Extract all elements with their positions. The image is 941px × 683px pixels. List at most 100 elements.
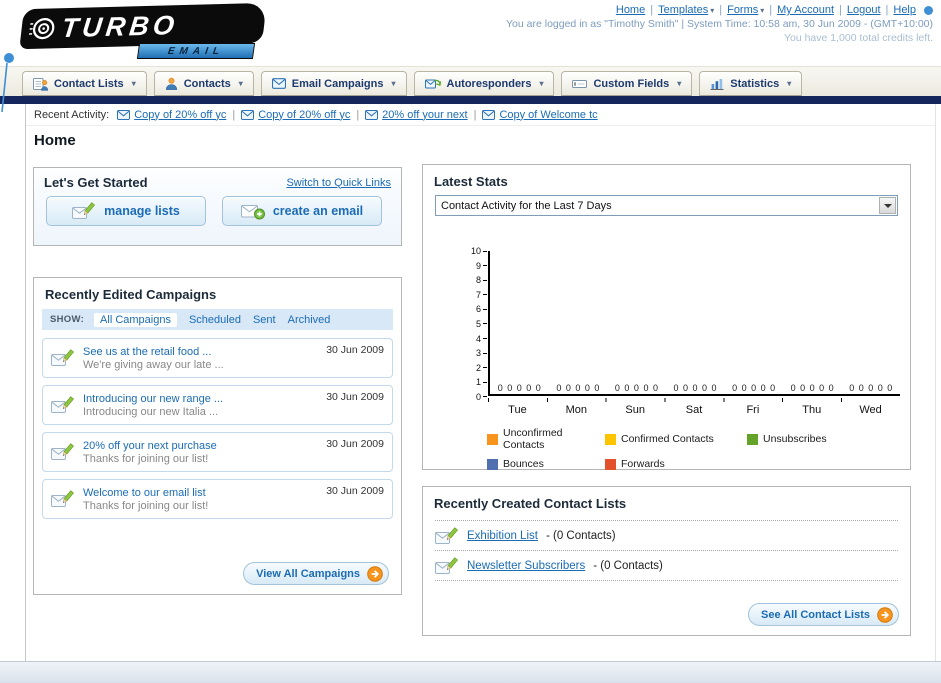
filter-all-campaigns[interactable]: All Campaigns bbox=[94, 312, 177, 327]
top-link-templates[interactable]: Templates ▾ bbox=[658, 4, 714, 16]
recent-activity-link[interactable]: Copy of Welcome tc bbox=[499, 109, 597, 121]
campaign-text: See us at the retail food ... We're givin… bbox=[83, 346, 318, 371]
y-axis-label: 4 bbox=[447, 334, 487, 344]
legend-swatch bbox=[747, 433, 758, 445]
chevron-down-icon: ▾ bbox=[787, 79, 792, 88]
y-axis-value: 1 bbox=[475, 377, 481, 388]
top-link-home[interactable]: Home bbox=[616, 4, 645, 16]
envelope-pencil-icon bbox=[435, 556, 459, 576]
nav-tab-statistics[interactable]: Statistics ▾ bbox=[699, 71, 803, 96]
separator: | bbox=[356, 108, 360, 121]
campaign-title-link[interactable]: Welcome to our email list bbox=[83, 487, 318, 499]
recent-activity-bar: Recent Activity: Copy of 20% off yc | Copy… bbox=[26, 104, 935, 126]
nav-tab-label: Contact Lists bbox=[54, 77, 124, 90]
y-axis-tick bbox=[483, 323, 487, 325]
chevron-down-icon: ▾ bbox=[238, 79, 243, 88]
nav-tab-autoresponders[interactable]: Autoresponders ▾ bbox=[413, 71, 555, 96]
filter-sent[interactable]: Sent bbox=[253, 314, 276, 326]
get-started-title: Let's Get Started bbox=[44, 175, 148, 190]
y-axis-label: 6 bbox=[447, 304, 487, 314]
arrow-right-circle-icon bbox=[367, 565, 383, 582]
filter-archived[interactable]: Archived bbox=[288, 314, 331, 326]
contact-list-link[interactable]: Exhibition List bbox=[467, 530, 538, 542]
nav-tab-email-campaigns[interactable]: Email Campaigns ▾ bbox=[260, 71, 407, 96]
top-link-my-account[interactable]: My Account bbox=[777, 4, 834, 16]
legend-label: Bounces bbox=[503, 458, 544, 470]
nav-tab-custom-fields[interactable]: Custom Fields ▾ bbox=[561, 71, 693, 96]
switch-quick-links-link[interactable]: Switch to Quick Links bbox=[286, 177, 391, 189]
campaign-item[interactable]: Welcome to our email list Thanks for join… bbox=[42, 479, 393, 519]
contact-list-item: Newsletter Subscribers - (0 Contacts) bbox=[435, 551, 898, 581]
contact-list-count: - (0 Contacts) bbox=[593, 559, 663, 572]
y-axis-value: 9 bbox=[475, 260, 481, 271]
header-right: Home | Templates ▾ | Forms ▾ | My Account | Logo… bbox=[506, 4, 933, 44]
recent-activity-link[interactable]: 20% off your next bbox=[382, 109, 467, 121]
campaign-date: 30 Jun 2009 bbox=[326, 344, 384, 356]
logo-subtext: EMAIL bbox=[136, 43, 256, 59]
y-axis-label: 8 bbox=[447, 275, 487, 285]
manage-lists-button[interactable]: manage lists bbox=[46, 196, 206, 226]
campaign-title-link[interactable]: See us at the retail food ... bbox=[83, 346, 318, 358]
campaign-title-link[interactable]: 20% off your next purchase bbox=[83, 440, 318, 452]
y-axis-tick bbox=[483, 250, 487, 252]
turbo-email-logo: TURBO EMAIL bbox=[1, 2, 290, 113]
page-title: Home bbox=[34, 132, 76, 149]
recently-created-contact-lists-panel: Recently Created Contact Lists Exhibitio… bbox=[422, 486, 911, 636]
show-label: SHOW: bbox=[50, 314, 85, 325]
page-footer bbox=[0, 661, 941, 683]
campaign-date: 30 Jun 2009 bbox=[326, 438, 384, 450]
separator: | bbox=[650, 4, 654, 16]
stats-period-select[interactable]: Contact Activity for the Last 7 Days bbox=[435, 195, 898, 216]
y-axis-tick bbox=[483, 279, 487, 281]
campaign-title-link[interactable]: Introducing our new range ... bbox=[83, 393, 318, 405]
envelope-icon bbox=[482, 109, 496, 120]
envelope-pencil-icon bbox=[51, 442, 75, 462]
y-axis-value: 2 bbox=[475, 362, 481, 373]
x-axis-label: Sun bbox=[625, 404, 645, 416]
campaign-item[interactable]: See us at the retail food ... We're givin… bbox=[42, 338, 393, 378]
top-link-logout[interactable]: Logout bbox=[847, 4, 881, 16]
recent-activity-link[interactable]: Copy of 20% off yc bbox=[258, 109, 350, 121]
top-link-forms[interactable]: Forms ▾ bbox=[727, 4, 764, 16]
recent-activity-item: Copy of 20% off yc bbox=[241, 109, 350, 121]
create-email-button[interactable]: create an email bbox=[222, 196, 382, 226]
y-axis-value: 10 bbox=[470, 246, 481, 256]
contact-list-link[interactable]: Newsletter Subscribers bbox=[467, 560, 585, 572]
y-axis-tick bbox=[483, 338, 487, 340]
campaign-item[interactable]: 20% off your next purchase Thanks for joi… bbox=[42, 432, 393, 472]
y-axis-value: 7 bbox=[475, 289, 481, 300]
navy-divider-bar bbox=[0, 96, 941, 104]
nav-tab-contacts[interactable]: Contacts ▾ bbox=[153, 71, 254, 96]
filter-scheduled[interactable]: Scheduled bbox=[189, 314, 241, 326]
view-all-campaigns-button[interactable]: View All Campaigns bbox=[243, 562, 389, 585]
main-navigation: Contact Lists ▾ Contacts ▾ Email Campaigns ▾ A… bbox=[0, 66, 941, 96]
arrow-right-circle-icon bbox=[877, 606, 893, 623]
see-all-contact-lists-button[interactable]: See All Contact Lists bbox=[747, 603, 899, 626]
chevron-down-icon: ▾ bbox=[539, 79, 544, 88]
top-link-help[interactable]: Help bbox=[893, 4, 916, 16]
campaign-subtitle: Thanks for joining our list! bbox=[83, 499, 209, 512]
separator: | bbox=[473, 108, 477, 121]
recent-activity-item: 20% off your next bbox=[365, 109, 468, 121]
contact-lists-panel-title: Recently Created Contact Lists bbox=[434, 496, 627, 511]
latest-stats-panel: Latest Stats Contact Activity for the La… bbox=[422, 164, 911, 470]
legend-swatch bbox=[605, 458, 616, 470]
campaign-item[interactable]: Introducing our new range ... Introducing… bbox=[42, 385, 393, 425]
campaign-text: Introducing our new range ... Introducing… bbox=[83, 393, 318, 418]
logo-bubble-decoration bbox=[1, 53, 14, 113]
nav-tab-label: Email Campaigns bbox=[291, 77, 384, 90]
y-axis-label: 10 bbox=[447, 246, 487, 256]
campaign-date: 30 Jun 2009 bbox=[326, 391, 384, 403]
contacts-icon bbox=[165, 77, 178, 90]
campaign-list: See us at the retail food ... We're givin… bbox=[34, 330, 401, 519]
chart-values: 0 0 0 0 0 bbox=[497, 383, 541, 393]
nav-tabs: Contact Lists ▾ Contacts ▾ Email Campaigns ▾ A… bbox=[0, 67, 941, 96]
nav-tab-contact-lists[interactable]: Contact Lists ▾ bbox=[22, 71, 147, 96]
latest-stats-title: Latest Stats bbox=[434, 174, 508, 189]
chart-group: 0 0 0 0 0 bbox=[783, 251, 842, 394]
chevron-down-icon bbox=[879, 197, 896, 214]
y-axis-tick bbox=[483, 381, 487, 383]
recent-activity-link[interactable]: Copy of 20% off yc bbox=[134, 109, 226, 121]
campaign-filter-bar: SHOW: All Campaigns Scheduled Sent Archived bbox=[42, 309, 393, 330]
y-axis-value: 5 bbox=[475, 318, 481, 329]
